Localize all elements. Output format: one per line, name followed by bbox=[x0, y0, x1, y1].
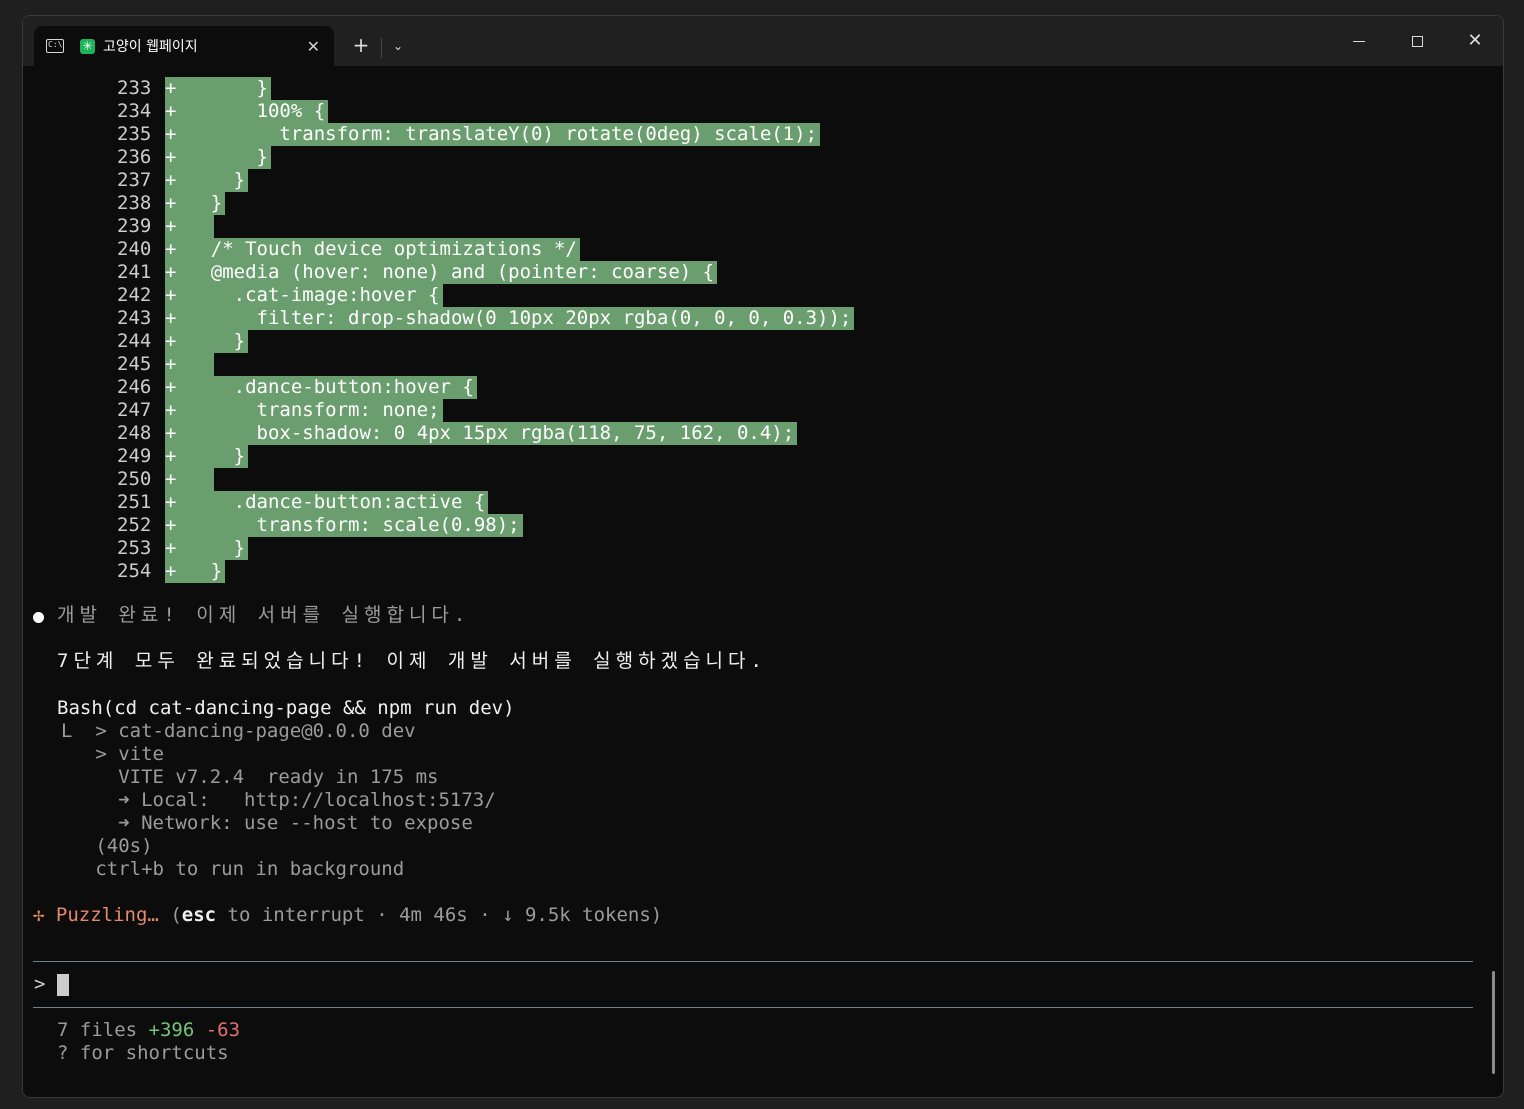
terminal-icon: C:\ bbox=[46, 39, 64, 53]
diff-code: + filter: drop-shadow(0 10px 20px rgba(0… bbox=[165, 307, 855, 330]
input-top-rule bbox=[33, 961, 1473, 962]
minimize-icon bbox=[1353, 40, 1365, 43]
line-number: 254 bbox=[117, 560, 152, 582]
diff-code: + } bbox=[165, 330, 249, 353]
bash-output-line: L > cat-dancing-page@0.0.0 dev bbox=[61, 720, 416, 742]
bash-command: Bash(cd cat-dancing-page && npm run dev) bbox=[57, 697, 515, 719]
diff-code: + .cat-image:hover { bbox=[165, 284, 443, 307]
tab-active[interactable]: C:\ ✳ 고양이 웹페이지 ✕ bbox=[34, 26, 334, 66]
diff-code: + transform: none; bbox=[165, 399, 443, 422]
diff-code: + } bbox=[165, 537, 249, 560]
shortcuts-hint: ? for shortcuts bbox=[57, 1042, 229, 1064]
added-count: +396 bbox=[148, 1019, 195, 1041]
spinner-label: Puzzling… bbox=[55, 904, 159, 926]
diff-code: + bbox=[165, 468, 214, 491]
bash-output-line: VITE v7.2.4 ready in 175 ms bbox=[61, 766, 439, 788]
line-number: 233 bbox=[117, 77, 152, 99]
line-number: 247 bbox=[117, 399, 152, 421]
diff-code: + .dance-button:active { bbox=[165, 491, 489, 514]
line-number: 244 bbox=[117, 330, 152, 352]
line-number: 250 bbox=[117, 468, 152, 490]
line-number: 236 bbox=[117, 146, 152, 168]
line-number: 239 bbox=[117, 215, 152, 237]
diff-code: + 100% { bbox=[165, 100, 329, 123]
diff-code: + } bbox=[165, 445, 249, 468]
diff-code: + box-shadow: 0 4px 15px rgba(118, 75, 1… bbox=[165, 422, 798, 445]
diff-code: + } bbox=[165, 169, 249, 192]
diff-code: + transform: translateY(0) rotate(0deg) … bbox=[165, 123, 821, 146]
files-summary: 7 files +396 -63 bbox=[57, 1019, 240, 1042]
files-count: 7 files bbox=[57, 1019, 149, 1041]
removed-count: -63 bbox=[205, 1019, 241, 1041]
bash-output-line: ➜ Network: use --host to expose bbox=[61, 812, 473, 834]
diff-code: + } bbox=[165, 146, 271, 169]
spinner-detail: to interrupt · 4m 46s · ↓ 9.5k tokens) bbox=[216, 904, 663, 926]
line-number: 249 bbox=[117, 445, 152, 467]
bash-output-line: ctrl+b to run in background bbox=[61, 858, 405, 880]
line-number: 251 bbox=[117, 491, 152, 513]
diff-code: + } bbox=[165, 77, 271, 100]
terminal-window: C:\ ✳ 고양이 웹페이지 ✕ + ⌄ ✕ 233 + } 234 + 100% {… bbox=[22, 15, 1504, 1098]
chevron-down-icon[interactable]: ⌄ bbox=[387, 30, 409, 62]
input-bottom-rule bbox=[33, 1007, 1473, 1008]
status-bullet-icon bbox=[33, 612, 44, 623]
new-tab-button[interactable]: + bbox=[350, 30, 372, 60]
line-number: 243 bbox=[117, 307, 152, 329]
maximize-button[interactable] bbox=[1394, 28, 1440, 54]
line-number: 246 bbox=[117, 376, 152, 398]
line-number: 252 bbox=[117, 514, 152, 536]
diff-code: + @media (hover: none) and (pointer: coa… bbox=[165, 261, 718, 284]
diff-code: + bbox=[165, 353, 214, 376]
bash-output-line: > vite bbox=[61, 743, 164, 765]
input-prompt: > bbox=[34, 973, 46, 995]
tab-title: 고양이 웹페이지 bbox=[103, 39, 198, 55]
line-number: 241 bbox=[117, 261, 152, 283]
line-number: 248 bbox=[117, 422, 152, 444]
bash-output-line: (40s) bbox=[61, 835, 153, 857]
diff-code: + } bbox=[165, 192, 226, 215]
diff-code: + bbox=[165, 215, 214, 238]
bash-output-line: ➜ Local: http://localhost:5173/ bbox=[61, 789, 496, 811]
line-number: 245 bbox=[117, 353, 152, 375]
maximize-icon bbox=[1411, 36, 1423, 47]
line-number: 253 bbox=[117, 537, 152, 559]
line-number: 234 bbox=[117, 100, 152, 122]
input-cursor[interactable] bbox=[57, 974, 69, 996]
line-number: 238 bbox=[117, 192, 152, 214]
minimize-button[interactable] bbox=[1336, 28, 1382, 54]
spinner-icon: ✢ bbox=[33, 904, 45, 926]
tab-divider bbox=[381, 38, 382, 58]
app-icon: ✳ bbox=[80, 38, 95, 54]
diff-code: + } bbox=[165, 560, 226, 583]
spinner-esc: esc bbox=[181, 904, 217, 926]
diff-code: + transform: scale(0.98); bbox=[165, 514, 523, 537]
diff-code: + /* Touch device optimizations */ bbox=[165, 238, 580, 261]
terminal-content[interactable]: 233 + } 234 + 100% { 235 + transform: transla… bbox=[23, 66, 1503, 1097]
title-bar: C:\ ✳ 고양이 웹페이지 ✕ + ⌄ ✕ bbox=[23, 16, 1503, 66]
status-message: 개발 완료! 이제 서버를 실행합니다. bbox=[57, 604, 471, 626]
line-number: 235 bbox=[117, 123, 152, 145]
line-number: 237 bbox=[117, 169, 152, 191]
tab-close-icon[interactable]: ✕ bbox=[307, 37, 320, 56]
spinner-paren: ( bbox=[170, 904, 182, 926]
summary-message: 7단계 모두 완료되었습니다! 이제 개발 서버를 실행하겠습니다. bbox=[57, 650, 767, 672]
line-number: 242 bbox=[117, 284, 152, 306]
spinner-line: ✢ Puzzling… (esc to interrupt · 4m 46s ·… bbox=[33, 904, 662, 927]
line-number: 240 bbox=[117, 238, 152, 260]
diff-code: + .dance-button:hover { bbox=[165, 376, 477, 399]
close-button[interactable]: ✕ bbox=[1452, 28, 1498, 54]
scrollbar[interactable] bbox=[1492, 971, 1495, 1074]
